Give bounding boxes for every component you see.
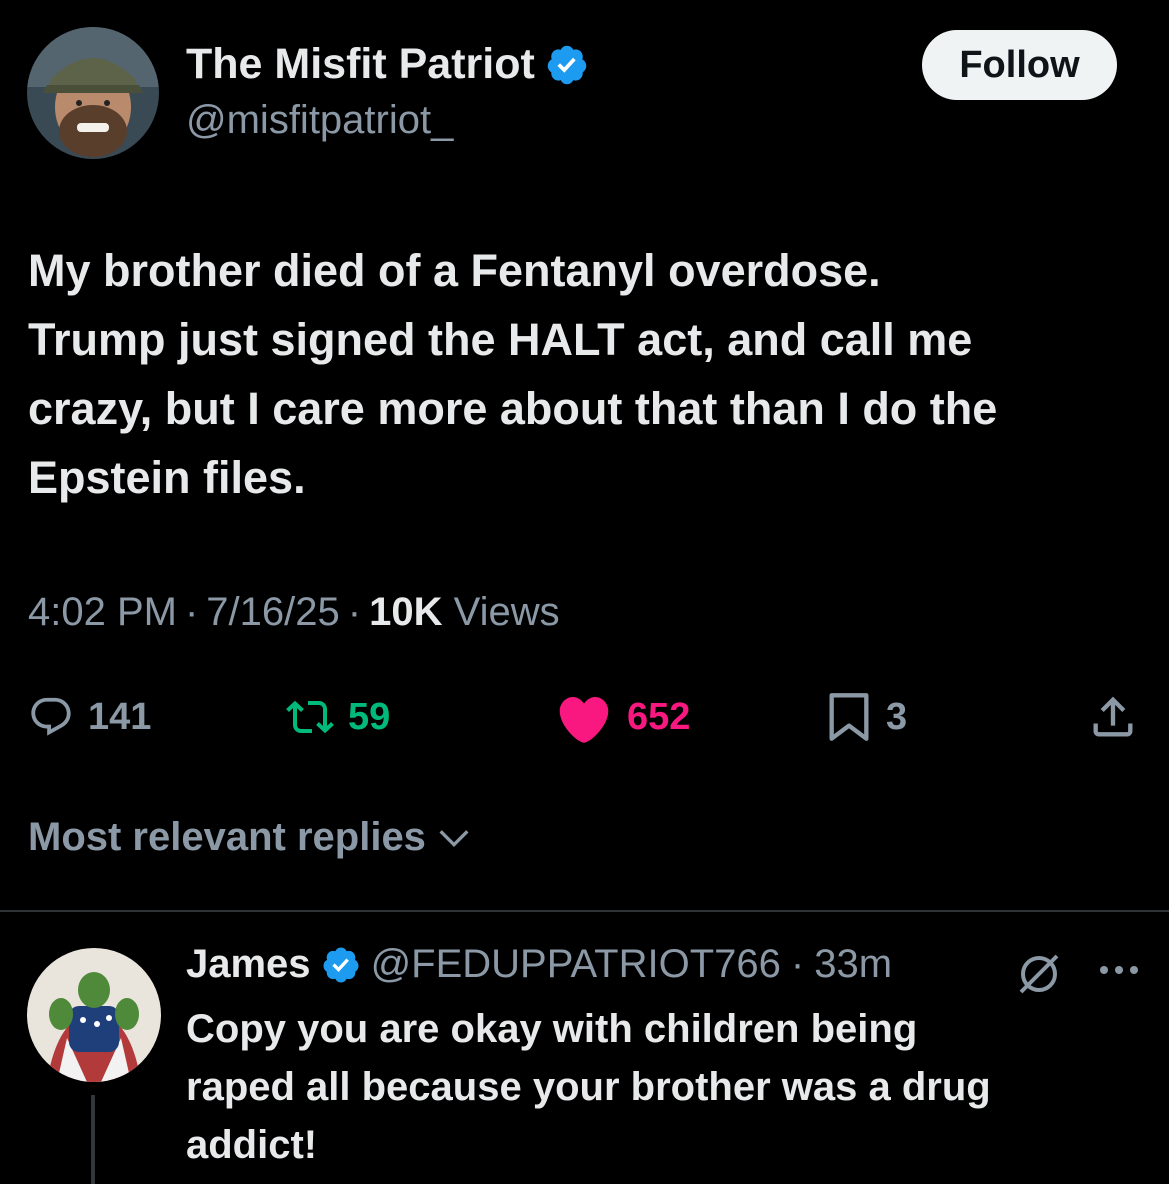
tweet-date[interactable]: 7/16/25 bbox=[206, 590, 339, 634]
chevron-down-icon bbox=[439, 829, 469, 847]
share-button[interactable] bbox=[1087, 692, 1139, 742]
tweet-text-line: My brother died of a Fentanyl overdose. bbox=[28, 245, 881, 296]
tweet-meta: 4:02 PM · 7/16/25 · 10K Views bbox=[28, 590, 560, 635]
replies-sort-label: Most relevant replies bbox=[28, 815, 426, 859]
tweet-text-line: Trump just signed the HALT act, and call… bbox=[28, 314, 973, 365]
follow-button[interactable]: Follow bbox=[922, 30, 1117, 100]
reply-author-handle[interactable]: @FEDUPPATRIOT766 bbox=[371, 942, 781, 987]
tweet-text: My brother died of a Fentanyl overdose. … bbox=[28, 236, 1153, 512]
meta-separator: · bbox=[347, 590, 362, 634]
tweet-time[interactable]: 4:02 PM bbox=[28, 590, 177, 634]
verified-badge-icon bbox=[323, 947, 359, 982]
author-name[interactable]: The Misfit Patriot bbox=[186, 40, 589, 89]
author-avatar[interactable] bbox=[27, 27, 159, 159]
repost-button[interactable]: 59 bbox=[286, 692, 390, 742]
meta-separator: · bbox=[184, 590, 199, 634]
reply-text: Copy you are okay with children being ra… bbox=[186, 1000, 1146, 1174]
author-name-text[interactable]: The Misfit Patriot bbox=[186, 40, 535, 89]
reply-separator: · bbox=[790, 942, 805, 986]
bookmark-button[interactable]: 3 bbox=[826, 692, 907, 742]
reply-author-avatar[interactable] bbox=[27, 948, 161, 1082]
views-label: Views bbox=[453, 590, 560, 634]
tweet-text-line: Epstein files. bbox=[28, 452, 306, 503]
heart-filled-icon bbox=[559, 696, 609, 743]
thread-line bbox=[91, 1095, 95, 1184]
like-count: 652 bbox=[627, 695, 691, 738]
reply-count: 141 bbox=[88, 695, 152, 738]
tweet-detail-page: The Misfit Patriot @misfitpatriot_ Follo… bbox=[0, 0, 1169, 1184]
reply-author-name[interactable]: James bbox=[186, 942, 311, 987]
reply-button[interactable]: 141 bbox=[28, 692, 151, 742]
reply-text-line: Copy you are okay with children being bbox=[186, 1007, 918, 1051]
author-handle[interactable]: @misfitpatriot_ bbox=[186, 98, 453, 143]
reply-header: James @FEDUPPATRIOT766 · 33m bbox=[186, 942, 892, 987]
bookmark-icon bbox=[829, 693, 869, 741]
ellipsis-icon[interactable] bbox=[1096, 960, 1142, 980]
verified-badge-icon bbox=[547, 45, 587, 84]
bookmark-count: 3 bbox=[886, 695, 908, 738]
repost-arrows-icon bbox=[286, 700, 334, 734]
reply-text-line: addict! bbox=[186, 1123, 318, 1167]
views-count: 10K bbox=[369, 590, 443, 634]
replies-sort-dropdown[interactable]: Most relevant replies bbox=[28, 815, 474, 860]
like-button[interactable]: 652 bbox=[555, 692, 691, 743]
grok-slash-circle-icon[interactable] bbox=[1015, 950, 1063, 998]
tweet-text-line: crazy, but I care more about that than I… bbox=[28, 383, 998, 434]
speech-bubble-icon bbox=[31, 697, 71, 736]
upload-share-icon bbox=[1093, 696, 1133, 737]
divider bbox=[0, 910, 1169, 912]
repost-count: 59 bbox=[348, 695, 391, 738]
reply-timestamp[interactable]: 33m bbox=[814, 942, 892, 987]
reply-text-line: raped all because your brother was a dru… bbox=[186, 1065, 991, 1109]
